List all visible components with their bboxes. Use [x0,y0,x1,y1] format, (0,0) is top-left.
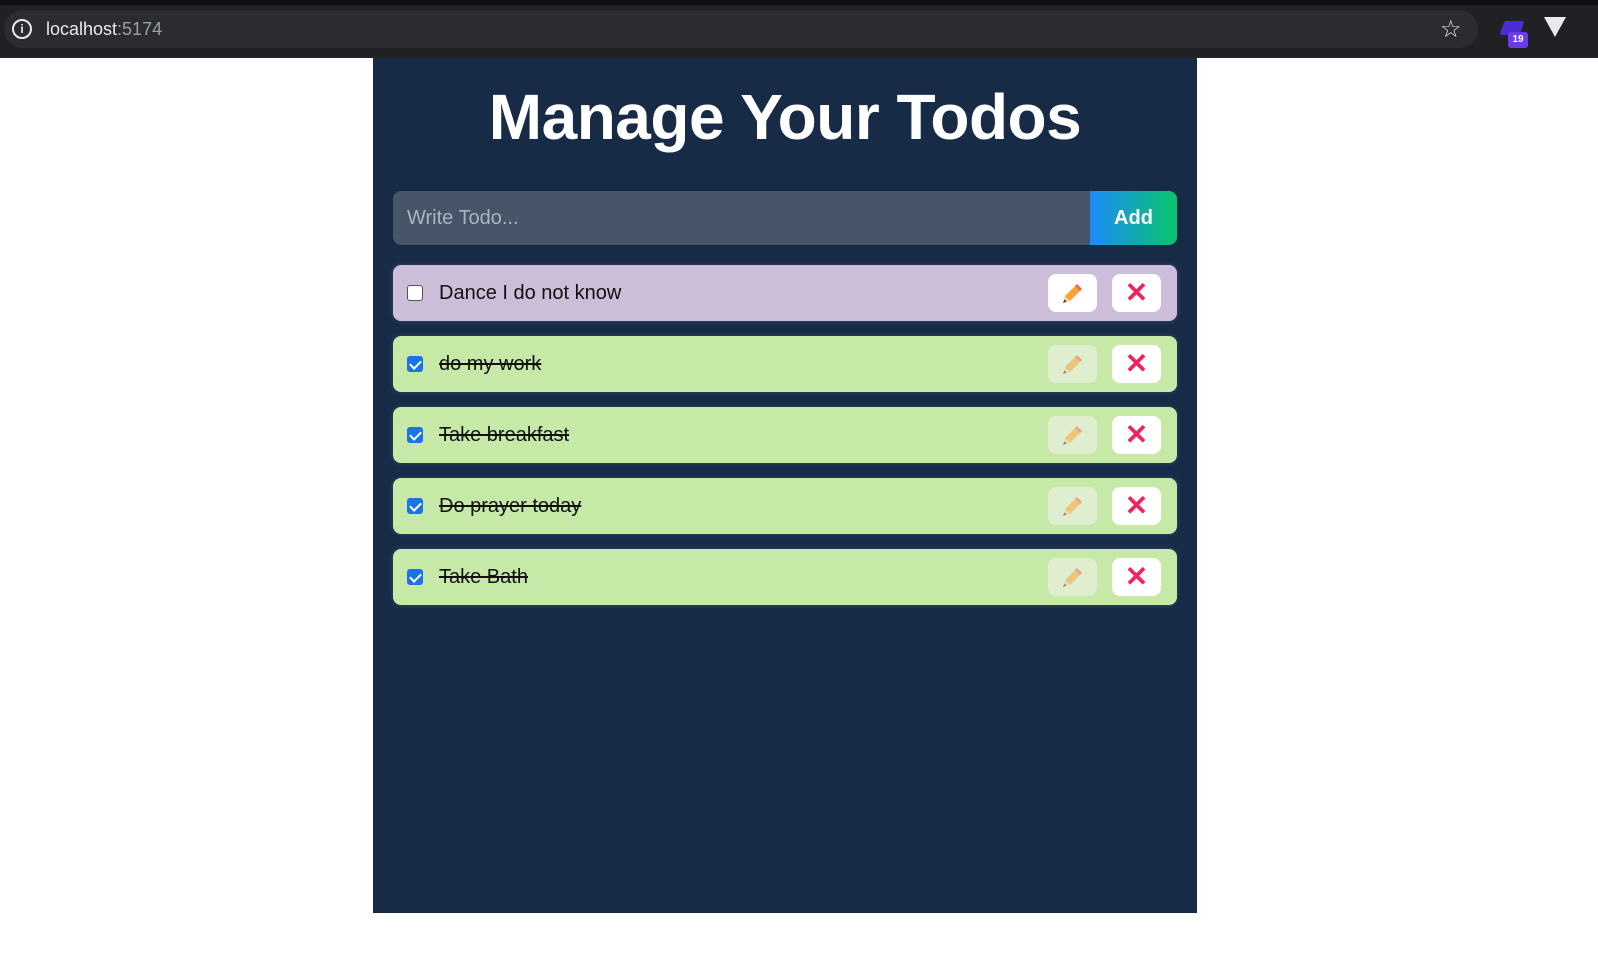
todo-list: Dance I do not know ✕ do my work ✕ Take … [393,265,1177,620]
delete-button[interactable]: ✕ [1112,274,1161,312]
todo-text: do my work [439,352,542,375]
bookmark-star-icon[interactable]: ☆ [1440,15,1462,44]
edit-button[interactable] [1048,416,1097,454]
browser-menu-icon[interactable] [1544,17,1566,37]
todo-checkbox[interactable] [407,285,423,301]
todo-input[interactable] [393,191,1090,245]
pencil-icon [1062,426,1082,445]
todo-item: Do prayer today ✕ [393,478,1177,534]
todo-checkbox[interactable] [407,356,423,372]
todo-text: Dance I do not know [439,281,622,304]
delete-button[interactable]: ✕ [1112,487,1161,525]
close-icon: ✕ [1124,419,1149,450]
site-info-icon[interactable]: i [12,19,32,39]
delete-button[interactable]: ✕ [1112,345,1161,383]
todo-item: do my work ✕ [393,336,1177,392]
todo-text: Take Bath [439,565,528,588]
address-bar[interactable]: i localhost:5174 ☆ [4,10,1478,48]
close-icon: ✕ [1124,348,1149,379]
todo-item: Dance I do not know ✕ [393,265,1177,321]
edit-button[interactable] [1048,345,1097,383]
todo-checkbox[interactable] [407,498,423,514]
todo-checkbox[interactable] [407,427,423,443]
todo-item: Take breakfast ✕ [393,407,1177,463]
extension-icon[interactable]: 19 [1499,21,1530,51]
url-text[interactable]: localhost:5174 [46,19,162,40]
todo-app-panel: Manage Your Todos Add Dance I do not kno… [373,58,1197,913]
browser-toolbar: i localhost:5174 ☆ 19 [0,0,1598,58]
extension-badge: 19 [1508,32,1528,48]
todo-item: Take Bath ✕ [393,549,1177,605]
close-icon: ✕ [1124,490,1149,521]
edit-button[interactable] [1048,487,1097,525]
url-host: localhost [46,19,118,39]
url-port: :5174 [117,19,163,39]
close-icon: ✕ [1124,277,1149,308]
close-icon: ✕ [1124,561,1149,592]
todo-text: Do prayer today [439,494,582,517]
todo-text: Take breakfast [439,423,570,446]
edit-button[interactable] [1048,274,1097,312]
pencil-icon [1062,355,1082,374]
add-button[interactable]: Add [1090,191,1177,245]
delete-button[interactable]: ✕ [1112,416,1161,454]
todo-checkbox[interactable] [407,569,423,585]
pencil-icon [1062,284,1082,303]
pencil-icon [1062,497,1082,516]
delete-button[interactable]: ✕ [1112,558,1161,596]
pencil-icon [1062,568,1082,587]
page-title: Manage Your Todos [488,81,1082,153]
edit-button[interactable] [1048,558,1097,596]
todo-form: Add [393,191,1177,245]
